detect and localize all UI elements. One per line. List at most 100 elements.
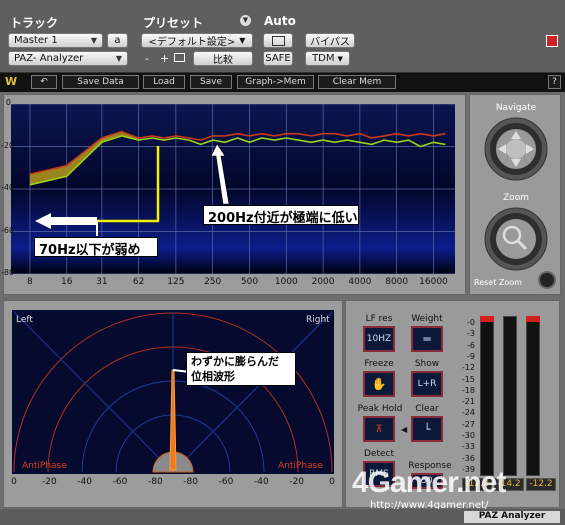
copy-icon[interactable]	[174, 53, 185, 62]
track-channel-select[interactable]: a	[107, 33, 128, 48]
meter-scale-label: -27	[461, 419, 475, 429]
peak-hold-button[interactable]: ⊼	[363, 416, 395, 442]
freeze-label: Freeze	[364, 359, 394, 369]
meter-left	[480, 316, 494, 476]
peak-hold-label: Peak Hold	[357, 404, 403, 414]
plugin-toolbar: W ↶ Save Data Load Save Graph->Mem Clear…	[0, 73, 565, 92]
x-tick-label: 500	[240, 277, 259, 287]
reset-zoom-label: Reset Zoom	[474, 278, 522, 287]
scope-right-label: Right	[306, 315, 330, 325]
chevron-left-icon: ◀	[401, 425, 408, 434]
x-tick-label: 31	[96, 277, 108, 287]
scope-tick-label: -60	[112, 477, 128, 487]
scope-tick-label: -80	[147, 477, 163, 487]
close-icon[interactable]	[546, 35, 558, 47]
x-tick-label: 125	[167, 277, 185, 287]
compare-button[interactable]: 比較	[193, 51, 253, 66]
anti-phase-right-label: AntiPhase	[278, 461, 323, 471]
navigate-label: Navigate	[495, 103, 537, 113]
graph-to-mem-button[interactable]: Graph->Mem	[237, 75, 314, 89]
x-tick-label: 16000	[419, 277, 448, 287]
track-select[interactable]: Master 1 ▼	[8, 33, 103, 48]
weight-button[interactable]: ═	[411, 326, 443, 352]
annotation-low-freq: 70Hz以下が弱め	[34, 237, 158, 258]
meter-scale-label: -0	[467, 318, 475, 327]
meter-right	[503, 316, 517, 476]
meter-scale-label: -3	[467, 329, 475, 339]
help-button[interactable]: ?	[548, 75, 561, 89]
x-tick-label: 1000	[274, 277, 298, 287]
meter-readout-sum: -12.2	[526, 478, 556, 491]
preset-menu-icon[interactable]: ▼	[240, 15, 251, 26]
annotation-phase: わずかに膨らんだ 位相波形	[186, 352, 296, 386]
lf-res-button[interactable]: 10HZ	[363, 326, 395, 352]
plugin-select[interactable]: PAZ- Analyzer ▼	[8, 51, 128, 66]
meter-scale-label: -9	[467, 351, 475, 361]
host-header: トラック プリセット ▼ Auto Master 1 ▼ a PAZ- Analy…	[0, 0, 565, 73]
auto-label: Auto	[264, 14, 296, 28]
anti-phase-left-label: AntiPhase	[22, 461, 67, 471]
meter-scale-label: -33	[461, 442, 475, 452]
y-tick-label: -20	[1, 140, 15, 150]
meter-sum	[526, 316, 540, 476]
x-tick-label: 2000	[311, 277, 335, 287]
save-button[interactable]: Save	[190, 75, 232, 89]
clear-button[interactable]: └	[411, 416, 443, 442]
scope-tick-label: -20	[41, 477, 57, 487]
navigate-control[interactable]	[484, 117, 548, 181]
meter-scale-label: -21	[461, 397, 475, 407]
x-tick-label: 62	[132, 277, 145, 287]
freeze-button[interactable]: ✋	[363, 371, 395, 397]
track-label: トラック	[10, 16, 59, 30]
navigate-panel: Navigate Zoom Reset Zoom	[469, 94, 561, 295]
safe-button[interactable]: SAFE	[263, 51, 293, 66]
track-name: Master 1	[14, 35, 58, 46]
x-tick-label: 8	[27, 277, 33, 287]
preset-next-button[interactable]: +	[160, 52, 169, 65]
meter-scale-label: -30	[461, 431, 475, 440]
preset-name: <デフォルト設定>	[148, 37, 236, 48]
y-tick-label: -80	[1, 268, 15, 277]
y-tick-label: -40	[1, 183, 15, 192]
meter-scale-label: -12	[461, 363, 475, 373]
load-button[interactable]: Load	[143, 75, 185, 89]
show-button[interactable]: L+R	[411, 371, 443, 397]
preset-prev-button[interactable]: -	[145, 52, 149, 65]
chevron-down-icon: ▼	[239, 36, 246, 45]
phase-scope	[12, 310, 334, 474]
chevron-down-icon: ▼	[90, 36, 97, 45]
clear-icon: └	[423, 422, 431, 436]
chevron-down-icon: ▼	[337, 54, 343, 63]
tdm-label: TDM	[312, 53, 335, 64]
show-label: Show	[414, 359, 440, 369]
tdm-select[interactable]: TDM ▼	[305, 51, 350, 66]
bypass-button[interactable]: バイパス	[305, 33, 355, 48]
scope-tick-label: -40	[253, 477, 269, 487]
automation-window-icon[interactable]	[263, 33, 293, 48]
meter-scale-label: -36	[461, 453, 475, 463]
preset-label: プリセット	[143, 16, 204, 30]
scope-left-label: Left	[16, 315, 33, 325]
equals-icon: ═	[423, 332, 431, 346]
undo-icon[interactable]: ↶	[31, 75, 57, 89]
track-channel: a	[114, 35, 121, 46]
annotation-phase-line2: 位相波形	[191, 370, 235, 383]
lf-res-label: LF res	[365, 314, 393, 324]
weight-label: Weight	[411, 314, 443, 324]
scope-tick-label: 0	[11, 477, 17, 487]
preset-select[interactable]: <デフォルト設定> ▼	[141, 33, 253, 48]
save-data-button[interactable]: Save Data	[62, 75, 139, 89]
chevron-down-icon: ▼	[115, 54, 122, 63]
meter-scale-label: -18	[461, 385, 475, 395]
peak-hold-icon: ⊼	[375, 423, 383, 435]
detect-label: Detect	[363, 449, 394, 459]
x-tick-label: 16	[61, 277, 73, 287]
x-tick-label: 8000	[385, 277, 409, 287]
clear-mem-button[interactable]: Clear Mem	[318, 75, 396, 89]
zoom-control[interactable]	[484, 207, 548, 271]
scope-tick-label: -80	[183, 477, 198, 487]
clip-indicator-sum	[526, 316, 540, 322]
x-tick-label: 250	[204, 277, 222, 287]
clear-label: Clear	[415, 404, 439, 414]
reset-zoom-button[interactable]	[538, 271, 556, 289]
